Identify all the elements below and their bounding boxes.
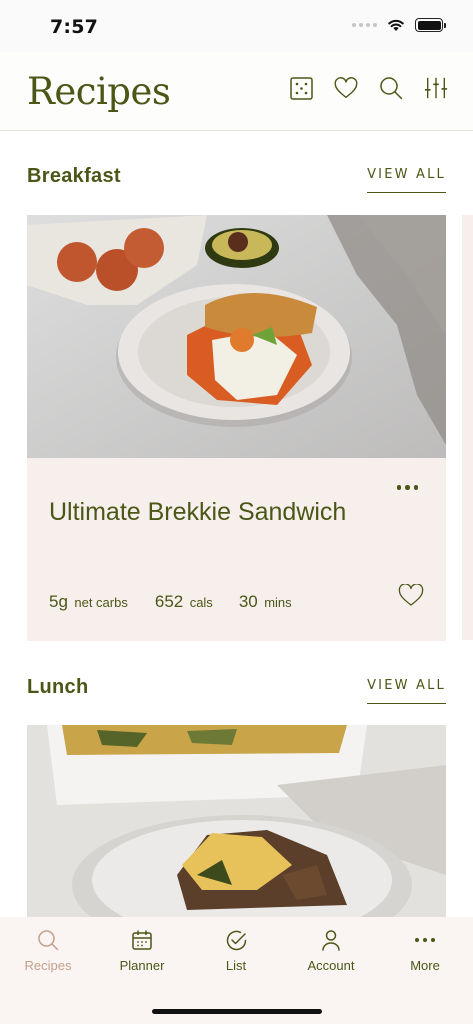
sliders-icon[interactable] <box>424 76 448 100</box>
search-icon <box>8 927 88 953</box>
signal-icon <box>352 23 377 27</box>
more-dots-icon <box>385 927 465 953</box>
net-carbs-stat: 5g net carbs <box>49 592 128 612</box>
tab-recipes[interactable]: Recipes <box>8 927 88 973</box>
tab-label: Planner <box>119 958 165 973</box>
tab-label: Account <box>307 958 355 973</box>
home-indicator <box>152 1009 322 1014</box>
battery-icon <box>415 18 446 32</box>
calories-stat: 652 cals <box>155 592 213 612</box>
tab-bar: Recipes Planner List Account More <box>0 917 473 1024</box>
app-header: Recipes <box>0 52 473 131</box>
calendar-icon <box>102 927 182 953</box>
heart-icon[interactable] <box>334 76 358 100</box>
recipe-card-body: Ultimate Brekkie Sandwich 5g net carbs 6… <box>27 458 446 641</box>
wifi-icon <box>388 19 404 31</box>
recipe-image <box>27 725 446 917</box>
view-all-lunch-link[interactable]: VIEW ALL <box>367 678 446 704</box>
calories-value: 652 <box>154 592 184 611</box>
header-actions <box>289 76 448 100</box>
calories-unit: cals <box>189 595 213 610</box>
status-indicators <box>352 18 446 32</box>
section-title: Lunch <box>27 676 89 698</box>
time-value: 30 <box>238 592 258 611</box>
recipe-image <box>27 215 446 458</box>
tab-planner[interactable]: Planner <box>102 927 182 973</box>
next-recipe-card-peek[interactable] <box>462 215 473 640</box>
dice-icon[interactable] <box>289 76 313 100</box>
tab-list[interactable]: List <box>196 927 276 973</box>
more-options-icon[interactable] <box>396 485 418 490</box>
tab-label: Recipes <box>24 958 72 973</box>
recipe-stats: 5g net carbs 652 cals 30 mins <box>49 592 319 612</box>
page-title: Recipes <box>27 70 171 113</box>
favorite-heart-icon[interactable] <box>398 583 424 612</box>
tab-more[interactable]: More <box>385 927 465 973</box>
section-title: Breakfast <box>27 165 121 187</box>
time-stat: 30 mins <box>239 592 292 612</box>
breakfast-section-header: Breakfast VIEW ALL <box>27 165 446 199</box>
check-circle-icon <box>196 927 276 953</box>
recipe-card[interactable] <box>27 725 446 917</box>
recipe-name[interactable]: Ultimate Brekkie Sandwich <box>49 498 346 527</box>
status-bar: 7:57 <box>0 0 473 52</box>
recipe-card[interactable]: Ultimate Brekkie Sandwich 5g net carbs 6… <box>27 215 446 641</box>
view-all-breakfast-link[interactable]: VIEW ALL <box>367 167 446 193</box>
net-carbs-value: 5g <box>49 592 68 611</box>
person-icon <box>291 927 371 953</box>
tab-label: List <box>225 958 247 973</box>
lunch-section-header: Lunch VIEW ALL <box>27 676 446 710</box>
net-carbs-unit: net carbs <box>74 595 128 610</box>
tab-account[interactable]: Account <box>291 927 371 973</box>
status-time: 7:57 <box>50 16 99 38</box>
search-icon[interactable] <box>379 76 403 100</box>
tab-label: More <box>410 958 440 973</box>
time-unit: mins <box>264 595 292 610</box>
